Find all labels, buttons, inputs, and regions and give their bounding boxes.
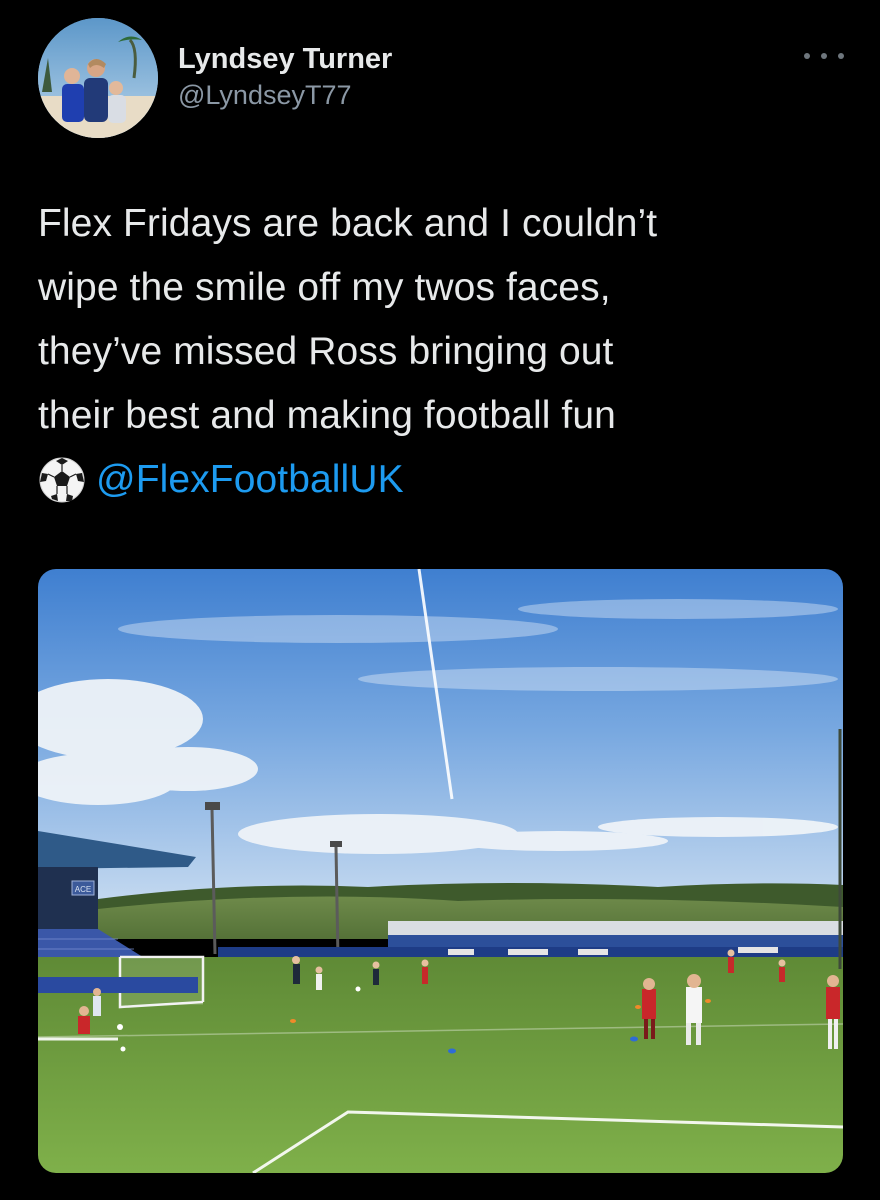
stand-sign: ACE	[75, 885, 91, 894]
author-info: Lyndsey Turner @LyndseyT77	[178, 42, 392, 112]
author-handle[interactable]: @LyndseyT77	[178, 78, 392, 112]
more-horizontal-icon-dot	[838, 53, 844, 59]
tweet-text-line: Flex Fridays are back and I couldn’t	[38, 202, 658, 245]
more-horizontal-icon	[804, 53, 810, 59]
tweet-photo[interactable]: ACE	[38, 569, 843, 1173]
tweet-text: Flex Fridays are back and I couldn’t wip…	[38, 192, 838, 512]
soccer-ball-icon	[39, 457, 85, 503]
tweet-mention-line: @FlexFootballUK	[38, 448, 838, 512]
more-options-button[interactable]	[804, 46, 844, 66]
avatar-photo	[38, 18, 158, 138]
avatar[interactable]	[38, 18, 158, 138]
tweet-text-line: they’ve missed Ross bringing out	[38, 330, 614, 373]
tweet-text-line: wipe the smile off my twos faces,	[38, 266, 611, 309]
stadium-photo: ACE	[38, 569, 843, 1173]
more-horizontal-icon-dot	[821, 53, 827, 59]
tweet-text-line: their best and making football fun	[38, 394, 616, 437]
mention-link[interactable]: @FlexFootballUK	[96, 448, 404, 512]
author-display-name[interactable]: Lyndsey Turner	[178, 42, 392, 76]
tweet-header: Lyndsey Turner @LyndseyT77	[38, 18, 850, 140]
